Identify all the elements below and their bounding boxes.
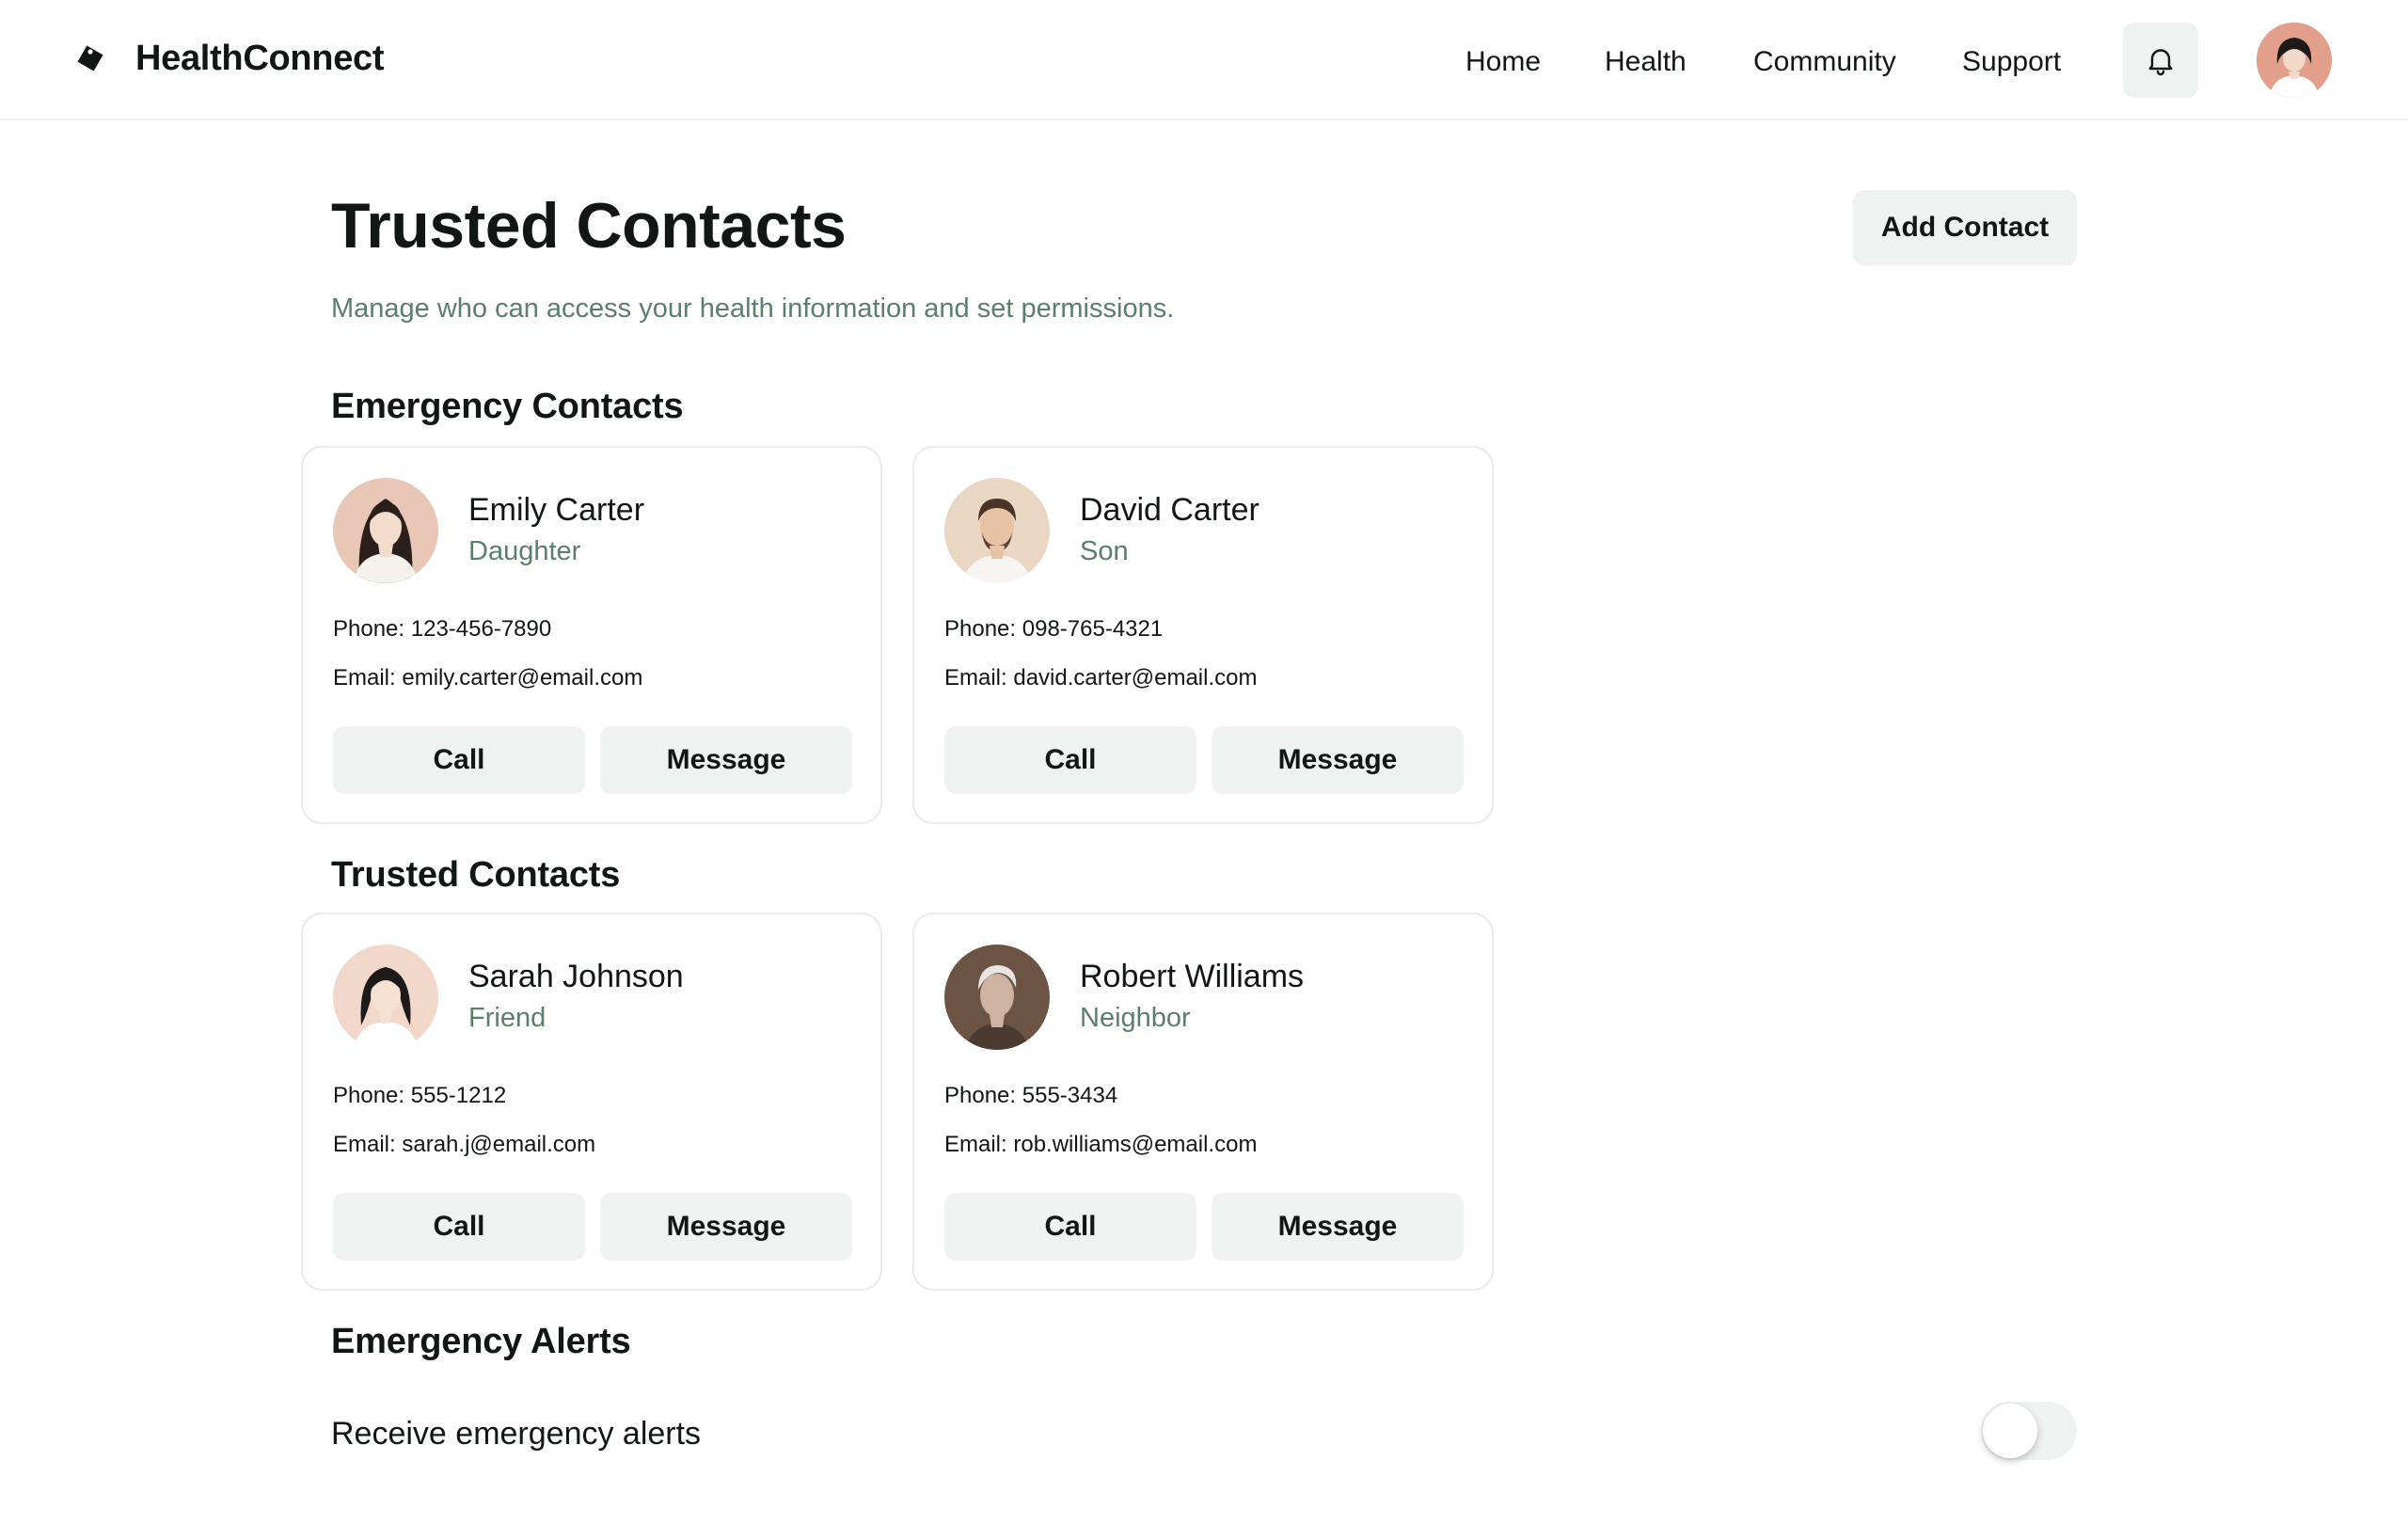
contact-avatar (333, 945, 438, 1050)
contact-phone: Phone: 098-765-4321 (944, 616, 1164, 642)
message-button[interactable]: Message (600, 726, 852, 794)
phone-value[interactable]: 555-3434 (1022, 1083, 1117, 1108)
contact-avatar (333, 478, 438, 583)
email-value[interactable]: sarah.j@email.com (402, 1132, 595, 1157)
nav-home[interactable]: Home (1465, 41, 1541, 83)
message-button[interactable]: Message (1212, 726, 1464, 794)
contact-email: Email: sarah.j@email.com (333, 1132, 596, 1157)
phone-value[interactable]: 123-456-7890 (411, 616, 551, 642)
contact-name: David Carter (1080, 492, 1259, 528)
contact-avatar (944, 945, 1050, 1050)
contact-relation: Daughter (468, 536, 581, 566)
contact-card: Sarah Johnson Friend Phone: 555-1212 Ema… (301, 913, 882, 1291)
contact-phone: Phone: 555-3434 (944, 1083, 1118, 1108)
emergency-alerts-toggle[interactable] (1981, 1402, 2077, 1460)
contact-card: David Carter Son Phone: 098-765-4321 Ema… (912, 446, 1494, 824)
user-avatar-image (2257, 23, 2332, 98)
call-button[interactable]: Call (333, 1193, 585, 1261)
user-avatar[interactable] (2257, 23, 2332, 98)
contact-email: Email: rob.williams@email.com (944, 1132, 1258, 1157)
trusted-contacts-page: HealthConnect Home Health Community Supp… (0, 0, 2408, 1524)
nav-support[interactable]: Support (1962, 41, 2061, 83)
email-value[interactable]: rob.williams@email.com (1013, 1132, 1257, 1157)
add-contact-button[interactable]: Add Contact (1853, 190, 2077, 265)
contact-relation: Friend (468, 1003, 547, 1033)
contact-name: Sarah Johnson (468, 959, 684, 994)
message-button[interactable]: Message (1212, 1193, 1464, 1261)
contact-phone: Phone: 123-456-7890 (333, 616, 552, 642)
emergency-alerts-label: Receive emergency alerts (331, 1416, 702, 1452)
contact-card: Robert Williams Neighbor Phone: 555-3434… (912, 913, 1494, 1291)
bell-icon (2148, 49, 2173, 76)
email-value[interactable]: emily.carter@email.com (402, 665, 642, 691)
call-button[interactable]: Call (333, 726, 585, 794)
contact-relation: Neighbor (1080, 1003, 1191, 1033)
contact-name: Emily Carter (468, 492, 645, 528)
brand-name[interactable]: HealthConnect (135, 36, 385, 81)
phone-value[interactable]: 555-1212 (411, 1083, 506, 1108)
contact-phone: Phone: 555-1212 (333, 1083, 507, 1108)
phone-value[interactable]: 098-765-4321 (1022, 616, 1163, 642)
contact-relation: Son (1080, 536, 1129, 566)
contact-card: Emily Carter Daughter Phone: 123-456-789… (301, 446, 882, 824)
page-subtitle: Manage who can access your health inform… (331, 294, 1175, 324)
contact-email: Email: david.carter@email.com (944, 665, 1258, 691)
email-value[interactable]: david.carter@email.com (1013, 665, 1257, 691)
message-button[interactable]: Message (600, 1193, 852, 1261)
contact-email: Email: emily.carter@email.com (333, 665, 643, 691)
nav-community[interactable]: Community (1753, 41, 1896, 83)
toggle-knob[interactable] (1983, 1404, 2037, 1458)
section-heading-emergency: Emergency Contacts (331, 387, 684, 426)
call-button[interactable]: Call (944, 1193, 1196, 1261)
contact-name: Robert Williams (1080, 959, 1305, 994)
section-heading-alerts: Emergency Alerts (331, 1322, 631, 1361)
notifications-button[interactable] (2123, 23, 2198, 98)
section-heading-trusted: Trusted Contacts (331, 855, 621, 895)
tag-icon (77, 45, 103, 71)
top-nav-bar: HealthConnect Home Health Community Supp… (0, 0, 2408, 120)
page-title: Trusted Contacts (331, 190, 847, 262)
call-button[interactable]: Call (944, 726, 1196, 794)
nav-health[interactable]: Health (1605, 41, 1687, 83)
contact-avatar (944, 478, 1050, 583)
